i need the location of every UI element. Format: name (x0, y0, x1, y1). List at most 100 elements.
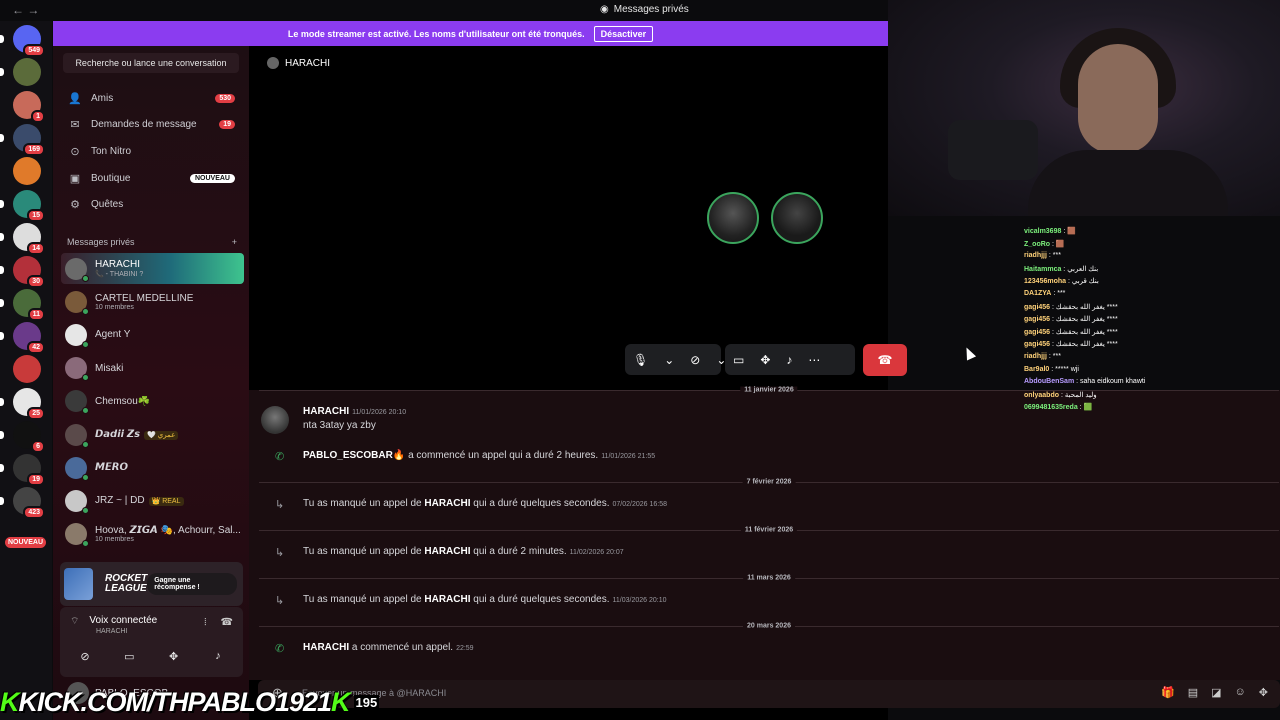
server-icon[interactable] (13, 157, 41, 185)
nav-item[interactable]: 👤 Amis 530 (63, 87, 239, 109)
stream-chat-message: بنك قربي (1071, 278, 1099, 286)
stream-chat-line: vicalm3698 : 🟫 (1024, 228, 1076, 235)
server-icon[interactable]: 423 (0, 487, 45, 519)
more-icon[interactable]: ⋯ (800, 353, 828, 367)
camera-off-icon[interactable]: ⊘ (682, 353, 708, 367)
nav-item[interactable]: ▣ Boutique NOUVEAU (63, 167, 239, 189)
window-title-text: Messages privés (613, 4, 689, 15)
server-icon[interactable] (0, 58, 41, 86)
webcam-face (1078, 44, 1158, 154)
message-author[interactable]: HARACHI (303, 406, 349, 417)
emoji-icon[interactable]: ☺ (1235, 686, 1246, 699)
server-new-pill: NOUVEAU (5, 537, 47, 548)
call-author[interactable]: PABLO_ESCOBAR🔥 (303, 450, 405, 461)
server-mention-badge: 423 (23, 506, 45, 519)
disconnect-icon[interactable]: ☎ (221, 617, 233, 628)
chevron-down-icon[interactable]: ⌄ (656, 353, 682, 367)
nav-item[interactable]: ⚙ Quêtes (63, 194, 239, 216)
missed-author[interactable]: HARACHI (424, 594, 470, 605)
quest-promo[interactable]: ROCKET LEAGUE Gagne une récompense ! (60, 562, 243, 606)
claim-reward-button[interactable]: Gagne une récompense ! (147, 573, 237, 595)
server-icon[interactable]: 6 (0, 421, 45, 453)
stream-chat-message: *** (1057, 290, 1066, 297)
server-icon[interactable]: 169 (0, 124, 45, 156)
stream-chat-user: Bar9al0 (1024, 365, 1050, 373)
dm-avatar (65, 323, 89, 348)
gif-icon[interactable]: ▤ (1188, 686, 1198, 699)
call-header-name: HARACHI (285, 57, 331, 69)
stream-chat-line: onlyaabdo : وليد المحبة (1024, 391, 1097, 399)
call-participant-avatar[interactable] (707, 192, 759, 244)
server-icon[interactable]: 14 (0, 223, 45, 255)
camera-off-icon[interactable]: ⊘ (66, 645, 104, 667)
dm-item[interactable]: Chemsou☘️ (61, 386, 244, 417)
server-icon[interactable]: 25 (0, 388, 45, 420)
dm-item[interactable]: Agent Y (61, 319, 244, 350)
stream-chat-line: gagi456 : يغفر الله بحقشك **** (1024, 303, 1118, 311)
server-mention-badge: 42 (27, 341, 45, 354)
stream-chat-message: *** (1052, 252, 1061, 260)
server-icon[interactable] (13, 355, 41, 383)
title-bar: ← → ◉ Messages privés (0, 0, 888, 21)
dm-item[interactable]: Hoova, 𝙕𝙄𝙂𝘼 🎭, Achourr, Sal... 10 membres (61, 519, 244, 550)
server-unread-pip (0, 266, 4, 274)
message-time: 11/01/2026 20:10 (352, 409, 407, 416)
apps-icon[interactable]: ✥ (1259, 686, 1268, 699)
activities-icon[interactable]: ✥ (155, 645, 193, 667)
server-unread-pip (0, 299, 4, 307)
status-dot (82, 274, 89, 282)
server-mention-badge: 15 (27, 209, 45, 222)
stream-chat-message: saha eidkoum khawti (1080, 378, 1146, 386)
stream-chat-line: gagi456 : يغفر الله بحقشك **** (1024, 341, 1118, 349)
dm-name: JRZ ~ | DD 👑 REAL (95, 495, 184, 507)
server-mention-badge: 1 (31, 110, 45, 123)
screen-share-icon[interactable]: ▭ (110, 645, 148, 667)
search-conversation-button[interactable]: Recherche ou lance une conversation (63, 53, 239, 73)
call-author[interactable]: HARACHI (303, 642, 349, 653)
missed-call-event: Tu as manqué un appel de HARACHI qui a d… (303, 594, 666, 605)
gift-icon[interactable]: 🎁 (1161, 686, 1175, 699)
dm-item[interactable]: JRZ ~ | DD 👑 REAL (61, 485, 244, 516)
dm-text: HARACHI 📞 - THABINI ? (95, 259, 143, 278)
call-participant-avatar[interactable] (771, 192, 823, 244)
dm-name-text: 𝘿𝙖𝙙𝙞𝙞 𝙕𝙨 (95, 429, 141, 440)
stream-chat-line: Bar9al0 : ***** wji (1024, 365, 1079, 373)
dm-name: Misaki (95, 363, 123, 374)
soundboard-icon[interactable]: ♪ (199, 645, 237, 667)
server-icon[interactable]: 15 (0, 190, 45, 222)
server-icon[interactable]: 42 (0, 322, 45, 354)
missed-call-icon: ↳ (275, 595, 285, 607)
nav-item[interactable]: ⊙ Ton Nitro (63, 140, 239, 162)
dm-name-text: 𝙈𝙀𝙍𝙊 (95, 462, 128, 474)
missed-author[interactable]: HARACHI (424, 498, 470, 509)
soundboard-icon[interactable]: ♪ (778, 353, 800, 367)
dm-item[interactable]: 𝙈𝙀𝙍𝙊 (61, 452, 244, 483)
server-icon[interactable]: 1 (13, 91, 45, 123)
sticker-icon[interactable]: ◪ (1211, 686, 1221, 699)
activities-icon[interactable]: ✥ (752, 353, 778, 367)
server-icon[interactable]: 19 (0, 454, 45, 486)
microphone-icon[interactable]: 🎙 (625, 353, 656, 367)
hangup-button[interactable]: ☎ (863, 344, 907, 376)
mic-control[interactable]: 🎙 ⌄ ⊘ ⌄ (625, 344, 726, 375)
stream-chat-user: onlyaabdo (1024, 391, 1060, 399)
disable-streamer-button[interactable]: Désactiver (593, 25, 654, 42)
nav-arrows[interactable]: ← → (12, 3, 39, 17)
dm-item[interactable]: 𝘿𝙖𝙙𝙞𝙞 𝙕𝙨 🤍 عمري (61, 419, 244, 450)
nav-item[interactable]: ✉ Demandes de message 19 (63, 114, 239, 136)
add-dm-button[interactable]: + (232, 237, 237, 247)
author-avatar[interactable] (261, 406, 289, 434)
dm-item[interactable]: CARTEL MEDELLINE 10 membres (61, 286, 244, 317)
missed-author[interactable]: HARACHI (424, 546, 470, 557)
dm-section-title: Messages privés (67, 237, 135, 247)
server-icon[interactable]: 549 (0, 25, 45, 57)
connection-icon[interactable]: ⌔ (70, 615, 79, 628)
noise-suppression-icon[interactable]: ⦙ (204, 617, 206, 628)
screen-share-icon[interactable]: ▭ (725, 353, 752, 367)
stream-chat-line: Haitammca : بنك العربي (1024, 265, 1099, 273)
server-icon[interactable]: 11 (0, 289, 45, 321)
dm-item[interactable]: HARACHI 📞 - THABINI ? (61, 253, 244, 284)
dm-item[interactable]: Misaki (61, 353, 244, 384)
server-icon[interactable]: 30 (0, 256, 45, 288)
call-time: 22:59 (456, 645, 474, 652)
